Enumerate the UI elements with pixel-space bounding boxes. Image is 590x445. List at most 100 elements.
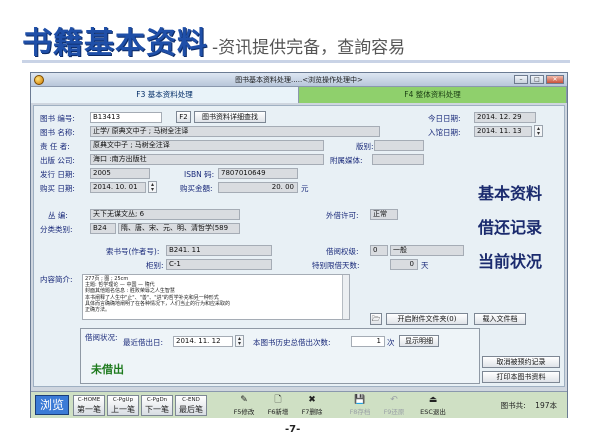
last-borrow-field: 2014. 11. 12 <box>173 336 233 347</box>
new-document-icon: 🗋 <box>274 395 282 405</box>
add-label: F6新增 <box>267 408 289 416</box>
window-title: 图书基本资料处理.....<浏览操作处理中> <box>235 75 363 84</box>
edit-button[interactable]: ✎ F5修改 <box>229 395 259 416</box>
cabinet-field[interactable]: C-1 <box>166 259 272 270</box>
exit-button[interactable]: ⏏ ESC退出 <box>415 395 451 416</box>
lend-ok-field[interactable]: 正常 <box>370 209 398 220</box>
prev-record-label: 上一笔 <box>111 405 135 414</box>
isbn-field[interactable]: 7807010649 <box>218 168 298 179</box>
first-record-key: C-HOME <box>77 397 101 403</box>
isbn-label: ISBN 码: <box>184 170 215 179</box>
last-borrow-label: 最近借出日: <box>123 338 164 347</box>
cancel-reservation-button[interactable]: 取消被预约记录 <box>482 356 560 368</box>
intro-scrollbar[interactable] <box>342 275 349 319</box>
last-borrow-spinner[interactable]: ▴ ▾ <box>235 335 244 347</box>
category-name-field[interactable]: 隋、唐、宋、元、明、清哲学(589 <box>118 223 240 234</box>
intro-textarea[interactable]: 277页 ; 图 ; 25cm 主题: 哲学理论 — 中国 — 隋代 封面其他题… <box>82 274 350 320</box>
publisher-field[interactable]: 海口 :南方出版社 <box>90 154 324 165</box>
borrow-status-label: 借阅状况: <box>85 333 118 342</box>
app-window: 图书基本资料处理.....<浏览操作处理中> – □ ✕ F3 基本资料处理 F… <box>30 72 568 418</box>
maximize-button[interactable]: □ <box>530 75 544 84</box>
side-label-borrow: 借还记录 <box>478 218 543 237</box>
category-label: 分类类别: <box>40 225 73 234</box>
show-detail-button[interactable]: 显示明细 <box>399 335 439 347</box>
minimize-button[interactable]: – <box>514 75 528 84</box>
buydate-spinner[interactable]: ▴ ▾ <box>148 181 157 193</box>
edition-label: 版别: <box>356 142 374 151</box>
close-button[interactable]: ✕ <box>546 75 564 84</box>
level-label: 借阅权级: <box>326 247 359 256</box>
book-no-label: 图书 编号: <box>40 114 75 123</box>
prev-record-key: C-PgUp <box>112 397 134 403</box>
history-unit: 次 <box>387 338 395 347</box>
pubdate-field[interactable]: 2005 <box>90 168 150 179</box>
media-label: 附属媒体: <box>330 156 363 165</box>
folder-icon[interactable]: 🗁 <box>370 313 382 325</box>
media-field[interactable] <box>372 154 424 165</box>
bottom-toolbar: 浏览 C-HOME 第一笔 C-PgUp 上一笔 C-PgDn 下一笔 C-EN… <box>31 391 567 418</box>
edit-icon: ✎ <box>240 395 248 405</box>
series-field[interactable]: 天下无谋文丛; 6 <box>90 209 240 220</box>
page-number: -7- <box>285 424 301 435</box>
callno-label: 索书号(作者号): <box>106 247 160 256</box>
undo-icon: ↶ <box>390 395 398 405</box>
last-record-button[interactable]: C-END 最后笔 <box>175 395 207 416</box>
arrive-spinner[interactable]: ▴ ▾ <box>534 125 543 137</box>
prev-record-button[interactable]: C-PgUp 上一笔 <box>107 395 139 416</box>
today-field: 2014. 12. 29 <box>474 112 536 123</box>
save-button[interactable]: 💾 F8存档 <box>345 395 375 416</box>
save-label: F8存档 <box>349 408 371 416</box>
author-field[interactable]: 原典文中子 ; 马树全注译 <box>90 140 324 151</box>
author-label: 责 任 者: <box>40 142 70 151</box>
print-book-button[interactable]: 打印本图书资料 <box>482 371 560 383</box>
title-divider <box>22 60 570 63</box>
basic-data-panel: 图书 编号: B13413 F2 图书资料详细查找 今日日期: 2014. 12… <box>33 105 565 387</box>
record-count-label: 图书共: <box>500 401 526 410</box>
buydate-label: 购买 日期: <box>40 184 75 193</box>
price-field[interactable]: 20. 00 <box>218 182 298 193</box>
price-label: 购买金額: <box>180 184 213 193</box>
last-record-key: C-END <box>182 397 200 403</box>
history-label: 本图书历史总借出次数: <box>253 338 331 347</box>
intro-label: 内容简介: <box>40 275 73 284</box>
side-label-current: 当前状况 <box>478 252 543 271</box>
restore-button[interactable]: ↶ F9还原 <box>379 395 409 416</box>
arrive-field[interactable]: 2014. 11. 13 <box>474 126 532 137</box>
window-controls: – □ ✕ <box>514 75 564 84</box>
f2-button[interactable]: F2 <box>176 111 191 123</box>
restore-label: F9还原 <box>383 408 405 416</box>
level-code-field[interactable]: 0 <box>370 245 388 256</box>
category-code-field[interactable]: B24 <box>90 223 116 234</box>
add-button[interactable]: 🗋 F6新增 <box>263 395 293 416</box>
browse-mode-button[interactable]: 浏览 <box>35 395 69 415</box>
delete-label: F7删除 <box>301 408 323 416</box>
edit-label: F5修改 <box>233 408 255 416</box>
tab-basic-data[interactable]: F3 基本资料处理 <box>31 87 299 103</box>
slide-title-subtitle: -资讯提供完备，查詢容易 <box>212 38 406 58</box>
book-no-field[interactable]: B13413 <box>90 112 162 123</box>
detail-search-button[interactable]: 图书资料详细查找 <box>194 111 266 123</box>
edition-field[interactable] <box>374 140 424 151</box>
special-days-field[interactable]: 0 <box>390 259 418 270</box>
side-label-basic: 基本资料 <box>478 184 543 203</box>
book-name-label: 图书 名称: <box>40 128 75 137</box>
open-attachment-button[interactable]: 开启附件文件夹(0) <box>386 313 468 325</box>
delete-button[interactable]: ✖ F7删除 <box>297 395 327 416</box>
load-document-button[interactable]: 载入文件档 <box>474 313 526 325</box>
next-record-button[interactable]: C-PgDn 下一笔 <box>141 395 173 416</box>
cabinet-label: 柜别: <box>146 261 164 270</box>
window-titlebar[interactable]: 图书基本资料处理.....<浏览操作处理中> – □ ✕ <box>31 73 567 87</box>
tab-overall-data[interactable]: F4 整体资料处理 <box>299 87 567 103</box>
intro-line: 正确方法。 <box>85 307 111 314</box>
slide-title: 书籍基本资料 -资讯提供完备，查詢容易 <box>22 18 406 61</box>
delete-icon: ✖ <box>308 395 316 405</box>
level-name-field[interactable]: 一般 <box>390 245 464 256</box>
callno-field[interactable]: B241. 11 <box>166 245 272 256</box>
book-name-field[interactable]: 止学/ 原典文中子 ; 马树全注译 <box>90 126 380 137</box>
next-record-label: 下一笔 <box>145 405 169 414</box>
first-record-button[interactable]: C-HOME 第一笔 <box>73 395 105 416</box>
lend-ok-label: 外借许可: <box>326 211 359 220</box>
buydate-field[interactable]: 2014. 10. 01 <box>90 182 146 193</box>
last-record-label: 最后笔 <box>179 405 203 414</box>
exit-icon: ⏏ <box>428 395 438 405</box>
